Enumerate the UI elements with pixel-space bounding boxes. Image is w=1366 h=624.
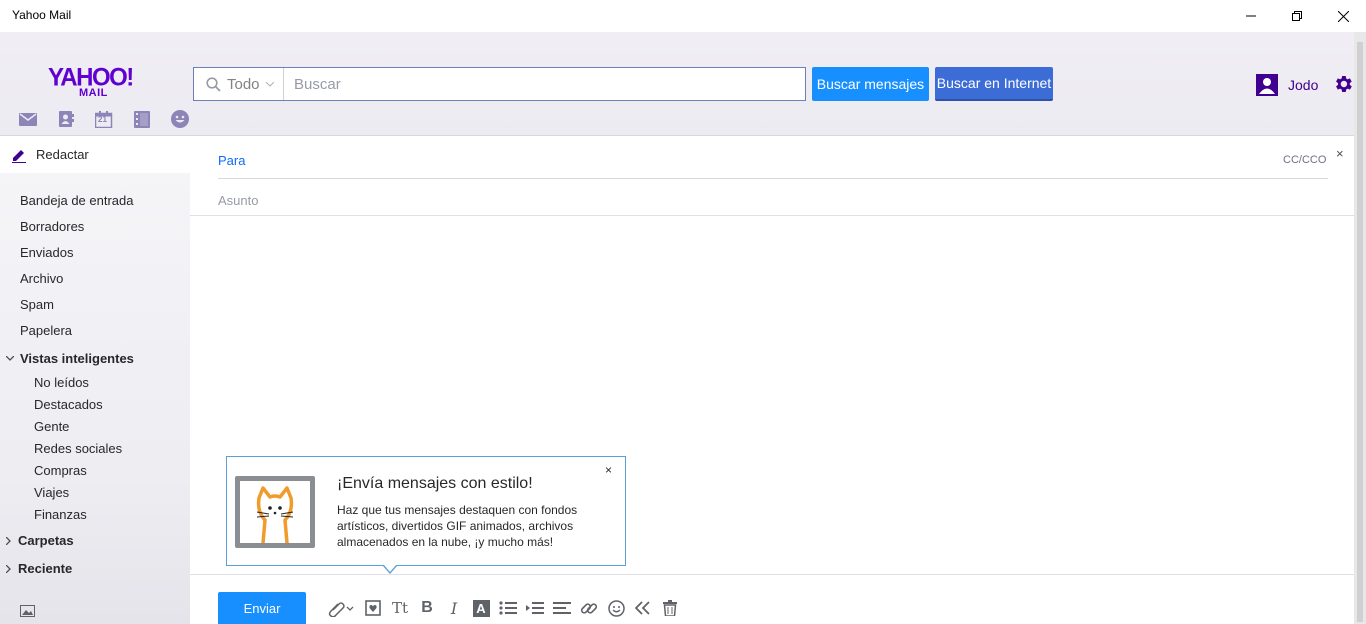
bold-icon[interactable]: B (415, 598, 439, 618)
folder-sent[interactable]: Enviados (20, 245, 73, 260)
pencil-icon (12, 149, 26, 163)
settings-button[interactable] (1332, 73, 1354, 100)
header: YAHOO! MAIL 21 Todo Buscar mensajes Busc… (0, 32, 1354, 136)
window-title: Yahoo Mail (12, 8, 72, 22)
cat-icon (235, 476, 315, 548)
chevron-right-icon (6, 564, 11, 573)
folder-trash[interactable]: Papelera (20, 323, 72, 338)
image-icon[interactable] (20, 604, 35, 622)
user-menu[interactable]: Jodo (1256, 74, 1318, 96)
search-input[interactable] (284, 68, 805, 100)
scrollbar[interactable] (1354, 32, 1366, 624)
subject-field[interactable]: Asunto (218, 193, 258, 208)
smart-view-unread[interactable]: No leídos (34, 375, 89, 390)
recent-toggle[interactable]: Reciente (6, 561, 72, 576)
sidebar: Redactar Bandeja de entrada Borradores E… (0, 136, 190, 624)
folder-archive[interactable]: Archivo (20, 271, 63, 286)
close-window-button[interactable] (1320, 0, 1366, 32)
divider (218, 178, 1328, 179)
title-bar: Yahoo Mail (0, 0, 1366, 32)
calendar-icon[interactable]: 21 (85, 110, 123, 128)
bullet-list-icon[interactable] (496, 598, 520, 618)
align-icon[interactable] (550, 598, 574, 618)
user-name: Jodo (1288, 77, 1319, 93)
chevron-down-icon (265, 81, 274, 87)
delete-icon[interactable] (658, 598, 682, 618)
stationery-promo-popup: ¡Envía mensajes con estilo! Haz que tus … (226, 456, 626, 566)
to-field[interactable]: Para (218, 153, 245, 168)
compose-label: Redactar (36, 147, 89, 162)
smart-view-starred[interactable]: Destacados (34, 397, 103, 412)
search-scope-label: Todo (227, 75, 260, 93)
compose-button[interactable]: Redactar (0, 136, 190, 173)
close-compose-button[interactable]: × (1336, 146, 1344, 161)
cc-bcc-link[interactable]: CC/CCO (1283, 154, 1326, 166)
smart-view-travel[interactable]: Viajes (34, 485, 69, 500)
notepad-icon[interactable] (123, 110, 161, 128)
folder-spam[interactable]: Spam (20, 297, 54, 312)
popup-pointer (383, 565, 397, 574)
chevron-down-icon (6, 355, 14, 361)
folders-toggle[interactable]: Carpetas (6, 533, 74, 548)
restore-button[interactable] (1274, 0, 1320, 32)
formatting-toolbar: Tt B I A (324, 598, 685, 618)
stationery-icon[interactable] (361, 598, 385, 618)
minimize-icon (1246, 15, 1256, 17)
emoji-icon[interactable] (604, 598, 628, 618)
yahoo-mail-logo[interactable]: YAHOO! MAIL (48, 65, 134, 99)
chevron-right-icon (6, 536, 11, 545)
restore-icon (1292, 11, 1302, 21)
plain-text-icon[interactable] (631, 598, 655, 618)
search-icon (206, 76, 221, 92)
divider (190, 574, 1354, 575)
smart-views-toggle[interactable]: Vistas inteligentes (6, 351, 134, 366)
indent-icon[interactable] (523, 598, 547, 618)
smart-view-people[interactable]: Gente (34, 419, 69, 434)
minimize-button[interactable] (1228, 0, 1274, 32)
compose-area: Para CC/CCO × Asunto ¡Envía mensajes con… (190, 136, 1354, 624)
smart-view-finance[interactable]: Finanzas (34, 507, 87, 522)
search-web-button[interactable]: Buscar en Internet (935, 67, 1053, 101)
search-mail-button[interactable]: Buscar mensajes (812, 67, 929, 101)
messenger-icon[interactable] (161, 110, 199, 128)
divider (190, 215, 1354, 216)
link-icon[interactable] (577, 598, 601, 618)
text-color-icon[interactable]: A (469, 598, 493, 618)
cat-illustration (235, 476, 315, 548)
scrollbar-thumb[interactable] (1357, 42, 1363, 622)
gear-icon (1336, 76, 1352, 92)
attach-icon[interactable] (324, 598, 358, 618)
italic-icon[interactable]: I (442, 598, 466, 618)
app-switcher: 21 (9, 110, 199, 128)
folder-inbox[interactable]: Bandeja de entrada (20, 193, 133, 208)
contacts-icon[interactable] (47, 110, 85, 128)
smart-view-social[interactable]: Redes sociales (34, 441, 122, 456)
folder-drafts[interactable]: Borradores (20, 219, 84, 234)
avatar-icon (1256, 74, 1278, 96)
send-button[interactable]: Enviar (218, 592, 306, 624)
calendar-day: 21 (98, 115, 107, 124)
close-icon (1337, 10, 1349, 22)
font-size-icon[interactable]: Tt (388, 598, 412, 618)
search-scope-dropdown[interactable]: Todo (194, 68, 284, 100)
popup-close-button[interactable]: × (605, 463, 612, 477)
popup-body: Haz que tus mensajes destaquen con fondo… (337, 503, 578, 549)
search-box: Todo (193, 67, 806, 101)
smart-view-shopping[interactable]: Compras (34, 463, 87, 478)
mail-icon[interactable] (9, 110, 47, 128)
popup-title: ¡Envía mensajes con estilo! (337, 475, 533, 492)
